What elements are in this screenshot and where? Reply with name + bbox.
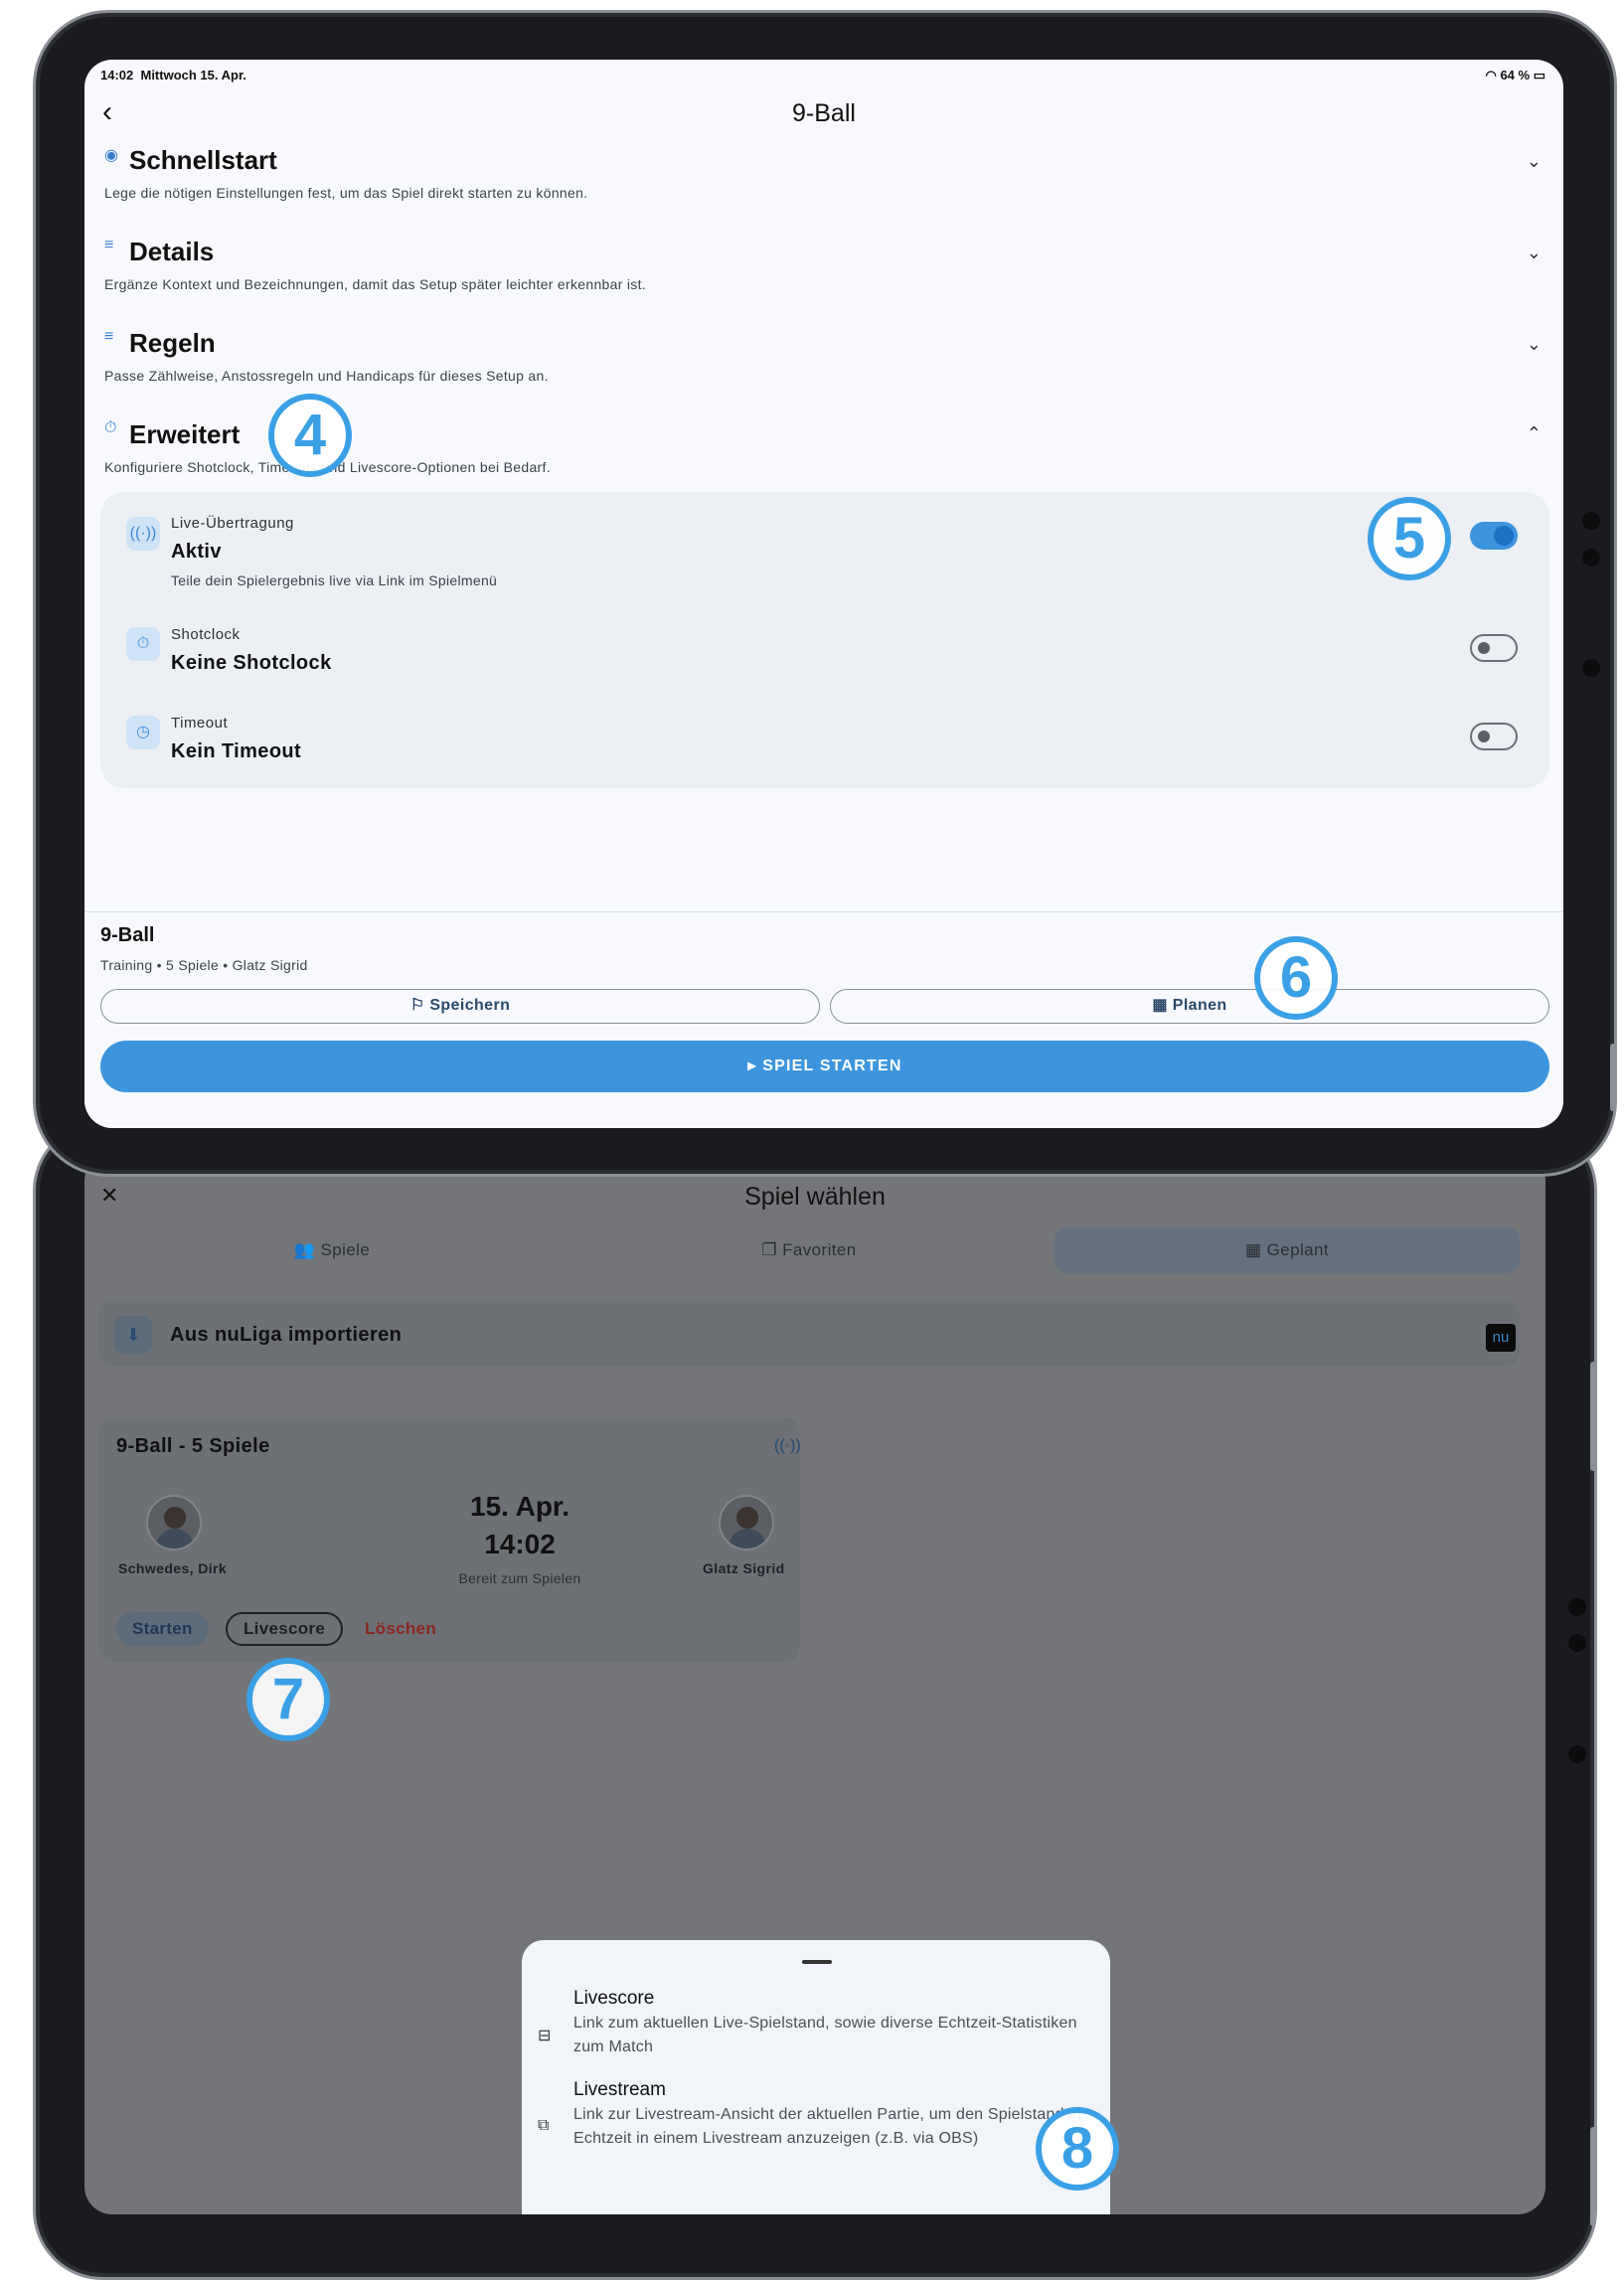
section-title-erweitert[interactable]: Erweitert: [129, 419, 240, 450]
live-value: Aktiv: [171, 541, 222, 563]
start-button[interactable]: Starten: [116, 1612, 209, 1646]
group-icon: 👥: [293, 1240, 316, 1259]
plan-button[interactable]: ▦ Planen: [830, 989, 1549, 1024]
battery-icon: ▭: [1533, 68, 1545, 82]
sensor-dot: [1568, 1598, 1586, 1616]
game-setup-screen: 14:02 Mittwoch 15. Apr. ◠ 64 % ▭ ‹ 9-Bal…: [84, 60, 1563, 1128]
delete-button[interactable]: Löschen: [349, 1612, 452, 1646]
section-title-regeln[interactable]: Regeln: [129, 328, 216, 359]
details-icon: ≡: [104, 237, 114, 253]
side-button: [1610, 1044, 1616, 1111]
stopwatch-icon: ⏱: [126, 627, 160, 661]
callout-badge: 5: [1368, 497, 1451, 580]
sensor-dot: [1568, 1745, 1586, 1763]
copy-icon: ❐: [761, 1240, 778, 1259]
sheet-item-livescore-title[interactable]: Livescore: [573, 1988, 654, 2010]
live-description: Teile dein Spielergebnis live via Link i…: [171, 572, 498, 588]
broadcast-icon: ((·)): [774, 1437, 801, 1454]
shotclock-label: Shotclock: [171, 626, 241, 643]
broadcast-icon: ((·)): [126, 517, 160, 551]
side-button: [1590, 2127, 1596, 2226]
nuliga-logo: nu: [1486, 1324, 1516, 1352]
battery-level: 64 %: [1500, 68, 1531, 82]
chevron-up-icon[interactable]: ⌃: [1527, 423, 1542, 444]
sensor-dot: [1582, 549, 1600, 567]
side-button: [1590, 1362, 1596, 1471]
scoreboard-icon: ⊟: [538, 2028, 552, 2044]
status-date: Mittwoch 15. Apr.: [140, 68, 246, 82]
player2-name: Glatz Sigrid: [703, 1560, 785, 1576]
page-title: 9-Ball: [792, 99, 856, 127]
status-bar: 14:02 Mittwoch 15. Apr. ◠ 64 % ▭: [100, 68, 1545, 82]
sensor-dot: [1582, 659, 1600, 677]
timeout-label: Timeout: [171, 715, 229, 732]
rules-icon: ≡: [104, 328, 114, 345]
chooser-title: Spiel wählen: [744, 1183, 886, 1211]
advanced-panel: [100, 492, 1549, 788]
shotclock-toggle[interactable]: [1470, 634, 1518, 662]
shotclock-value: Keine Shotclock: [171, 652, 332, 674]
callout-badge: 6: [1254, 936, 1338, 1020]
live-label: Live-Übertragung: [171, 515, 294, 532]
sheet-item-livestream-title[interactable]: Livestream: [573, 2079, 666, 2101]
match-title: 9-Ball - 5 Spiele: [116, 1435, 270, 1457]
timeout-value: Kein Timeout: [171, 740, 302, 762]
sheet-item-livestream-desc: Link zur Livestream-Ansicht der aktuelle…: [573, 2106, 1082, 2147]
summary-title: 9-Ball: [100, 924, 155, 946]
sheet-handle[interactable]: [802, 1960, 832, 1964]
section-title-schnellstart[interactable]: Schnellstart: [129, 145, 277, 176]
callout-badge: 7: [246, 1658, 330, 1741]
share-sheet: ⊟ Livescore Link zum aktuellen Live-Spie…: [522, 1940, 1110, 2214]
sensor-dot: [1568, 1634, 1586, 1652]
section-subtitle-schnellstart: Lege die nötigen Einstellungen fest, um …: [104, 185, 588, 201]
avatar: [719, 1495, 774, 1550]
tab-spiele[interactable]: 👥 Spiele: [98, 1227, 566, 1273]
section-subtitle-regeln: Passe Zählweise, Anstossregeln und Handi…: [104, 368, 549, 384]
match-time: 14:02: [484, 1529, 556, 1559]
tv-icon: ⧉: [538, 2117, 550, 2134]
quickstart-icon: ◉: [104, 147, 118, 164]
chevron-down-icon[interactable]: ⌄: [1527, 334, 1542, 355]
clock-icon: ◷: [126, 716, 160, 749]
calendar-icon: ▦: [1152, 997, 1168, 1014]
section-title-details[interactable]: Details: [129, 237, 214, 267]
callout-badge: 8: [1036, 2107, 1119, 2191]
sheet-item-livescore-desc: Link zum aktuellen Live-Spielstand, sowi…: [573, 2015, 1077, 2055]
section-subtitle-details: Ergänze Kontext und Bezeichnungen, damit…: [104, 276, 646, 292]
timer-icon: ⏱: [104, 419, 117, 436]
callout-badge: 4: [268, 394, 352, 477]
live-toggle[interactable]: [1470, 522, 1518, 550]
play-icon: ▸: [747, 1058, 757, 1074]
chevron-down-icon[interactable]: ⌄: [1527, 243, 1542, 263]
tab-favoriten[interactable]: ❐ Favoriten: [575, 1227, 1043, 1273]
bookmark-icon: ⚐: [409, 997, 425, 1014]
player1-name: Schwedes, Dirk: [118, 1560, 228, 1576]
download-icon: ⬇: [114, 1316, 152, 1354]
status-time: 14:02: [100, 68, 134, 82]
wifi-icon: ◠: [1485, 68, 1497, 82]
match-date: 15. Apr.: [469, 1491, 570, 1522]
save-button[interactable]: ⚐ Speichern: [100, 989, 820, 1024]
avatar: [146, 1495, 202, 1550]
chevron-down-icon[interactable]: ⌄: [1527, 151, 1542, 172]
timeout-toggle[interactable]: [1470, 723, 1518, 750]
start-game-button[interactable]: ▸ SPIEL STARTEN: [100, 1041, 1549, 1092]
sensor-dot: [1582, 512, 1600, 530]
summary-subtitle: Training • 5 Spiele • Glatz Sigrid: [100, 957, 308, 973]
livescore-button[interactable]: Livescore: [226, 1612, 344, 1646]
match-status: Bereit zum Spielen: [458, 1570, 581, 1586]
calendar-icon: ▦: [1245, 1240, 1262, 1259]
tab-geplant[interactable]: ▦ Geplant: [1055, 1227, 1520, 1273]
import-label: Aus nuLiga importieren: [170, 1324, 403, 1346]
